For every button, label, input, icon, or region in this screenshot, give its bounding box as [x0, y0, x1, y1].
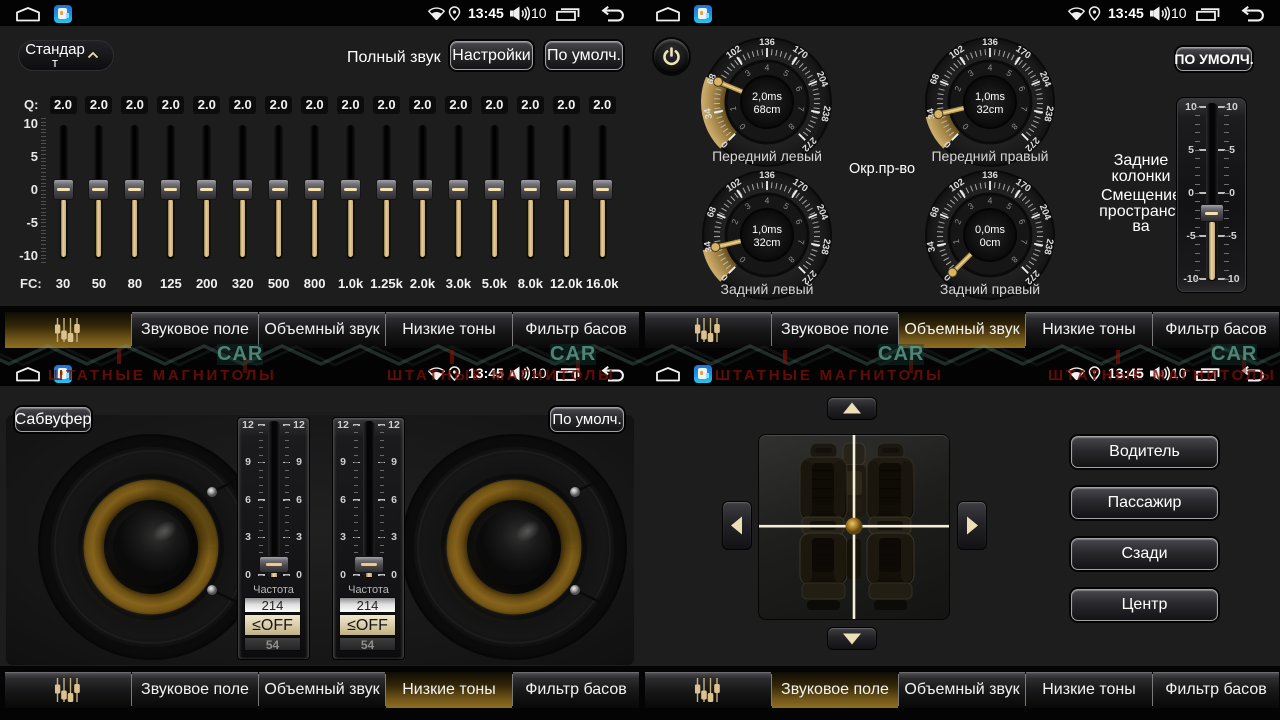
- svg-text:2,0ms: 2,0ms: [752, 91, 782, 103]
- svg-text:68cm: 68cm: [754, 104, 781, 116]
- svg-text:0,0ms: 0,0ms: [975, 224, 1005, 236]
- svg-text:1,0ms: 1,0ms: [752, 224, 782, 236]
- svg-text:136: 136: [982, 37, 998, 48]
- svg-text:136: 136: [759, 37, 775, 48]
- svg-text:0cm: 0cm: [980, 237, 1001, 249]
- svg-text:136: 136: [759, 170, 775, 181]
- svg-text:32cm: 32cm: [977, 104, 1004, 116]
- svg-text:136: 136: [982, 170, 998, 181]
- svg-text:4: 4: [988, 195, 993, 205]
- svg-text:32cm: 32cm: [754, 237, 781, 249]
- svg-text:4: 4: [765, 62, 770, 72]
- svg-text:4: 4: [988, 62, 993, 72]
- svg-text:1,0ms: 1,0ms: [975, 91, 1005, 103]
- svg-text:4: 4: [765, 195, 770, 205]
